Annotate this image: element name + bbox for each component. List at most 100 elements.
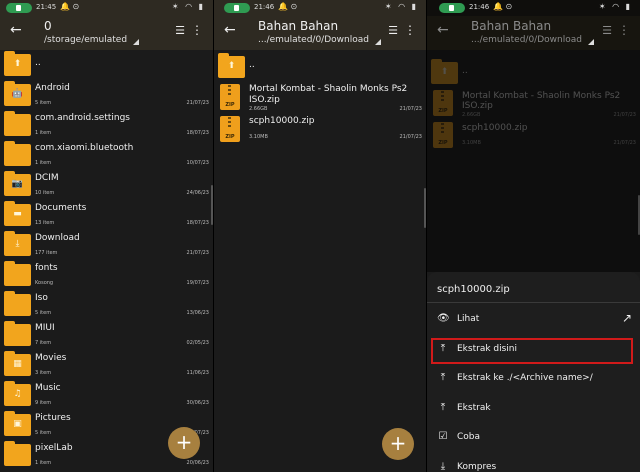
item-count: 1 item <box>35 460 52 466</box>
add-fab-button[interactable]: + <box>168 427 200 459</box>
status-bar: 21:45 🔔 ⊙ ✶ ◠ ▮ <box>0 0 213 16</box>
item-date: 21/07/23 <box>399 134 422 140</box>
list-item[interactable]: 🤖 Android 5 item 21/07/23 <box>0 80 213 110</box>
list-item[interactable]: ⤓ Download 177 item 21/07/23 <box>0 230 213 260</box>
item-date: 02/05/23 <box>186 340 209 346</box>
item-date: 18/07/23 <box>186 220 209 226</box>
action-label: Kompres <box>457 461 497 472</box>
item-name: Android <box>35 83 70 93</box>
back-arrow-icon[interactable]: ← <box>437 22 449 38</box>
path-breadcrumb[interactable]: .../emulated/0/Download <box>471 35 594 45</box>
item-size: 2.66GB <box>249 106 268 112</box>
item-count: 13 item <box>35 220 55 226</box>
status-bar: 21:46 🔔 ⊙ ✶ ◠ ▮ <box>214 0 426 16</box>
back-arrow-icon[interactable]: ← <box>10 22 22 38</box>
item-name: fonts <box>35 263 58 273</box>
list-item[interactable]: fonts Kosong 19/07/23 <box>0 260 213 290</box>
action-item[interactable]: ☑ Coba <box>427 423 640 453</box>
download-icon: ⤓ <box>15 239 20 249</box>
folder-icon: 🤖 <box>4 81 31 106</box>
item-name: Music <box>35 383 61 393</box>
back-arrow-icon[interactable]: ← <box>224 22 236 38</box>
file-browser-panel-actions: 21:46 🔔 ⊙ ✶ ◠ ▮ ← Bahan Bahan .../emulat… <box>427 0 640 472</box>
more-menu-icon[interactable]: ⋮ <box>404 23 416 37</box>
item-name: Documents <box>35 203 87 213</box>
action-item[interactable]: ⤒ Ekstrak ke ./<Archive name>/ <box>427 364 640 394</box>
notification-icons: 🔔 ⊙ <box>493 2 513 11</box>
list-view-icon[interactable]: ☰ <box>175 24 185 37</box>
dim-overlay[interactable] <box>427 50 640 272</box>
item-count: 5 item <box>35 430 52 436</box>
item-date: 21/07/23 <box>399 106 422 112</box>
item-name: .. <box>249 60 255 70</box>
up-icon: ⬆ <box>227 61 236 71</box>
item-count: Kosong <box>35 280 54 286</box>
path-breadcrumb[interactable]: .../emulated/0/Download <box>258 35 381 45</box>
folder-icon: ▣ <box>4 411 31 436</box>
item-count: 1 item <box>35 130 52 136</box>
scrollbar[interactable] <box>211 185 213 225</box>
item-count: 9 item <box>35 400 52 406</box>
folder-icon <box>4 111 31 136</box>
folder-icon: ⤓ <box>4 231 31 256</box>
zip-file-icon: ZIP <box>220 116 240 142</box>
folder-icon <box>4 261 31 286</box>
item-name: Mortal Kombat - Shaolin Monks Ps2 ISO.zi… <box>249 84 408 105</box>
film-icon: ▦ <box>13 359 22 369</box>
action-label: Lihat <box>457 314 480 324</box>
item-name: Download <box>35 233 80 243</box>
item-count: 5 item <box>35 100 52 106</box>
folder-title: Bahan Bahan <box>471 19 552 33</box>
scrollbar[interactable] <box>424 188 426 228</box>
more-menu-icon[interactable]: ⋮ <box>191 23 203 37</box>
list-item[interactable]: ZIP Mortal Kombat - Shaolin Monks Ps2 ISO… <box>214 82 426 112</box>
action-icon: ⤒ <box>440 372 446 383</box>
action-icon: ⤒ <box>440 401 446 413</box>
action-item[interactable]: ⤓ Kompres <box>427 453 640 472</box>
camera-icon: 📷 <box>11 179 24 189</box>
list-view-icon[interactable]: ☰ <box>388 24 398 37</box>
add-fab-button[interactable]: + <box>382 428 414 460</box>
path-breadcrumb[interactable]: /storage/emulated <box>44 35 140 45</box>
item-count: 7 item <box>35 340 52 346</box>
item-date: 30/06/23 <box>186 400 209 406</box>
action-item[interactable]: 👁 Lihat ↗ <box>427 305 640 335</box>
list-item[interactable]: ♫ Music 9 item 30/06/23 <box>0 380 213 410</box>
file-browser-panel-storage: 21:45 🔔 ⊙ ✶ ◠ ▮ ← 0 /storage/emulated ☰ … <box>0 0 213 472</box>
more-menu-icon[interactable]: ⋮ <box>618 23 630 37</box>
list-item[interactable]: com.xiaomi.bluetooth 1 item 10/07/23 <box>0 140 213 170</box>
list-item[interactable]: ⬆.. <box>214 52 426 82</box>
list-item[interactable]: ▦ Movies 3 item 11/06/23 <box>0 350 213 380</box>
list-item[interactable]: Iso 5 item 13/06/23 <box>0 290 213 320</box>
notification-icons: 🔔 ⊙ <box>278 2 298 11</box>
list-item[interactable]: 📷 DCIM 10 item 24/06/23 <box>0 170 213 200</box>
item-date: 11/06/23 <box>186 370 209 376</box>
file-browser-panel-download: 21:46 🔔 ⊙ ✶ ◠ ▮ ← Bahan Bahan .../emulat… <box>214 0 426 472</box>
sheet-title: scph10000.zip <box>437 284 510 295</box>
music-icon: ♫ <box>13 389 22 399</box>
list-item[interactable]: ▬ Documents 13 item 18/07/23 <box>0 200 213 230</box>
folder-icon: ⬆ <box>4 51 31 76</box>
folder-icon <box>4 321 31 346</box>
list-item[interactable]: ZIP scph10000.zip 3.10MB 21/07/23 <box>214 114 426 144</box>
list-item[interactable]: ⬆.. <box>0 50 213 80</box>
divider <box>427 302 640 303</box>
item-date: 19/07/23 <box>186 280 209 286</box>
list-item[interactable]: MIUI 7 item 02/05/23 <box>0 320 213 350</box>
open-external-icon[interactable]: ↗ <box>622 311 632 325</box>
call-indicator <box>439 3 465 13</box>
item-date: 13/06/23 <box>186 310 209 316</box>
app-bar: ← Bahan Bahan .../emulated/0/Download ☰ … <box>427 16 640 50</box>
folder-icon <box>4 291 31 316</box>
folder-icon <box>4 141 31 166</box>
android-icon: 🤖 <box>11 89 24 99</box>
item-name: Movies <box>35 353 67 363</box>
item-date: 21/07/23 <box>186 100 209 106</box>
folder-icon: ▬ <box>4 201 31 226</box>
item-count: 5 item <box>35 310 52 316</box>
action-item[interactable]: ⤒ Ekstrak <box>427 394 640 424</box>
list-view-icon[interactable]: ☰ <box>602 24 612 37</box>
item-name: scph10000.zip <box>249 116 315 126</box>
list-item[interactable]: com.android.settings 1 item 18/07/23 <box>0 110 213 140</box>
app-bar: ← 0 /storage/emulated ☰ ⋮ <box>0 16 213 50</box>
